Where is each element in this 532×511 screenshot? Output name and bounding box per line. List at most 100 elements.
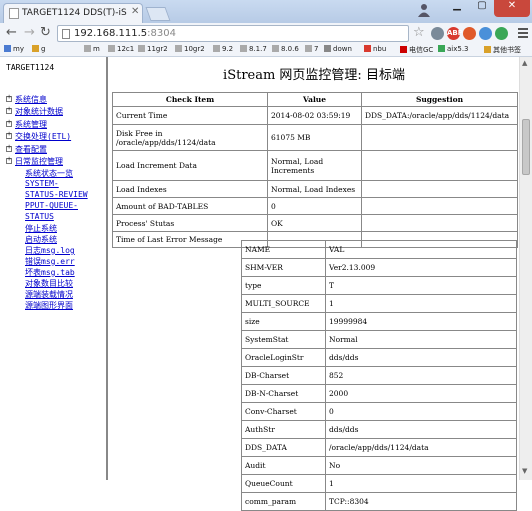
check-item: Current Time xyxy=(112,106,268,125)
param-value: dds/dds xyxy=(325,348,517,367)
reload-button[interactable]: ↻ xyxy=(40,26,51,40)
param-name: OracleLoginStr xyxy=(241,348,326,367)
column-header: Value xyxy=(267,92,362,107)
check-value: Normal, Load Increments xyxy=(267,150,362,181)
tab-strip: TARGET1124 DDS(T)-iS ✕ ▁ ▢ ✕ xyxy=(0,0,532,24)
page-icon xyxy=(175,45,182,52)
close-window-button[interactable]: ✕ xyxy=(494,0,530,17)
param-name: SystemStat xyxy=(241,330,326,349)
expand-icon[interactable] xyxy=(6,143,12,152)
params-table: NAME VAL SHM-VER Ver2.13.009 type T MULTI_S… xyxy=(241,240,517,511)
bookmark-item[interactable]: 10gr2 xyxy=(175,45,205,53)
param-value: Ver2.13.009 xyxy=(325,258,517,277)
sidebar-subitem-msg-err[interactable]: 错误msg.err xyxy=(25,256,75,267)
scrollbar-thumb[interactable] xyxy=(522,119,530,175)
bookmark-item[interactable]: m xyxy=(84,45,100,53)
gear-icon xyxy=(324,45,331,52)
table-row: MULTI_SOURCE 1 xyxy=(241,294,517,313)
page-icon xyxy=(138,45,145,52)
table-row: Conv-Charset 0 xyxy=(241,402,517,421)
sidebar: TARGET1124 系统信息 对象统计数据 系统管理 交换处理(ETL) 查看… xyxy=(0,57,108,480)
bookmarks-bar: my g m 12c1 11gr2 10gr2 9.2 8.1.7 8.0.6 … xyxy=(0,44,532,57)
sidebar-item-view-config[interactable]: 查看配置 xyxy=(6,143,47,155)
other-bookmarks-folder[interactable]: 其他书签 xyxy=(484,45,521,55)
param-name: NAME xyxy=(241,240,326,259)
sidebar-subitem-start-system[interactable]: 启动系统 xyxy=(25,234,57,245)
sidebar-item-daily-monitoring[interactable]: 日常监控管理 xyxy=(6,155,63,167)
back-button[interactable]: ← xyxy=(6,26,17,40)
table-row: Process' Stutas OK xyxy=(112,214,518,232)
bookmark-item[interactable]: down xyxy=(324,45,352,53)
forward-button[interactable]: → xyxy=(24,26,35,40)
extension-red-icon[interactable] xyxy=(463,27,476,40)
collapse-icon[interactable] xyxy=(6,155,12,164)
sidebar-subitem-system-status-review[interactable]: STATUS-REVIEW xyxy=(25,190,88,199)
folder-icon xyxy=(32,45,39,52)
bookmark-item[interactable]: 9.2 xyxy=(213,45,233,53)
sidebar-subitem-object-count-compare[interactable]: 对象数目比较 xyxy=(25,278,73,289)
bookmark-item[interactable]: 12c1 xyxy=(108,45,134,53)
check-item: Load Increment Data xyxy=(112,150,268,181)
folder-icon xyxy=(484,46,491,53)
nbu-icon xyxy=(364,45,371,52)
new-tab-button[interactable] xyxy=(145,7,171,21)
param-name: AuthStr xyxy=(241,420,326,439)
check-item: Disk Free in /oracle/app/dds/1124/data xyxy=(112,124,268,151)
page-icon xyxy=(213,45,220,52)
param-value: No xyxy=(325,456,517,475)
browser-tab[interactable]: TARGET1124 DDS(T)-iS ✕ xyxy=(3,3,143,23)
expand-icon[interactable] xyxy=(6,118,12,127)
sidebar-subitem-source-load-status[interactable]: 源端装载情况 xyxy=(25,289,73,300)
bookmark-item[interactable]: 8.0.6 xyxy=(272,45,299,53)
check-suggestion xyxy=(361,180,518,198)
bookmark-item[interactable]: 7 xyxy=(305,45,318,53)
extension-green-icon[interactable] xyxy=(495,27,508,40)
sidebar-subitem-status-overview[interactable]: 系统状态一览 xyxy=(25,168,73,179)
sidebar-subitem-pput-queue-status[interactable]: PPUT-QUEUE- xyxy=(25,201,78,210)
bookmark-star-icon[interactable]: ☆ xyxy=(413,25,425,40)
bookmark-item[interactable]: nbu xyxy=(364,45,386,53)
page-icon xyxy=(438,45,445,52)
bookmark-item[interactable]: aix5.3 xyxy=(438,45,469,53)
sidebar-subitem-msg-tab[interactable]: 坏表msg.tab xyxy=(25,267,75,278)
table-row: Load Increment Data Normal, Load Increme… xyxy=(112,150,518,181)
sidebar-subitem-source-gui[interactable]: 源端图形界面 xyxy=(25,300,73,311)
bookmark-item[interactable]: 电信GC xyxy=(400,45,433,55)
sidebar-item-etl[interactable]: 交换处理(ETL) xyxy=(6,130,71,142)
check-suggestion: DDS_DATA:/oracle/app/dds/1124/data xyxy=(361,106,518,125)
param-value: /oracle/app/dds/1124/data xyxy=(325,438,517,457)
close-tab-icon[interactable]: ✕ xyxy=(131,6,139,17)
param-value: Normal xyxy=(325,330,517,349)
check-suggestion xyxy=(361,124,518,151)
extension-blue-icon[interactable] xyxy=(479,27,492,40)
bookmark-item[interactable]: g xyxy=(32,45,45,53)
sidebar-subitem-pput-queue-status[interactable]: STATUS xyxy=(25,212,54,221)
expand-icon[interactable] xyxy=(6,105,12,114)
expand-icon[interactable] xyxy=(6,130,12,139)
extension-gray-icon[interactable] xyxy=(431,27,444,40)
vertical-scrollbar[interactable]: ▲ ▼ xyxy=(519,57,532,480)
tab-title: TARGET1124 DDS(T)-iS xyxy=(22,8,127,18)
check-table: Check Item Value Suggestion Current Time… xyxy=(112,92,518,248)
param-value: VAL xyxy=(325,240,517,259)
address-bar[interactable]: 192.168.111.5:8304 xyxy=(57,25,409,42)
sidebar-subitem-stop-system[interactable]: 停止系统 xyxy=(25,223,57,234)
bookmark-item[interactable]: 11gr2 xyxy=(138,45,168,53)
sidebar-item-system-info[interactable]: 系统信息 xyxy=(6,93,47,105)
check-item: Load Indexes xyxy=(112,180,268,198)
menu-icon[interactable] xyxy=(518,28,528,40)
user-icon[interactable] xyxy=(418,3,430,17)
scroll-up-icon[interactable]: ▲ xyxy=(522,59,527,67)
bookmark-item[interactable]: 8.1.7 xyxy=(240,45,267,53)
expand-icon[interactable] xyxy=(6,93,12,102)
sidebar-item-object-stats[interactable]: 对象统计数据 xyxy=(6,105,63,117)
scroll-down-icon[interactable]: ▼ xyxy=(522,467,527,475)
minimize-button[interactable]: ▁ xyxy=(444,0,470,17)
sidebar-subitem-system-status-review[interactable]: SYSTEM- xyxy=(25,179,59,188)
sidebar-item-system-management[interactable]: 系统管理 xyxy=(6,118,47,130)
adblock-icon[interactable]: ABP xyxy=(447,27,463,40)
table-row: comm_param TCP::8304 xyxy=(241,492,517,511)
sidebar-subitem-msg-log[interactable]: 日志msg.log xyxy=(25,245,75,256)
maximize-button[interactable]: ▢ xyxy=(470,0,494,17)
bookmark-item[interactable]: my xyxy=(4,45,24,53)
